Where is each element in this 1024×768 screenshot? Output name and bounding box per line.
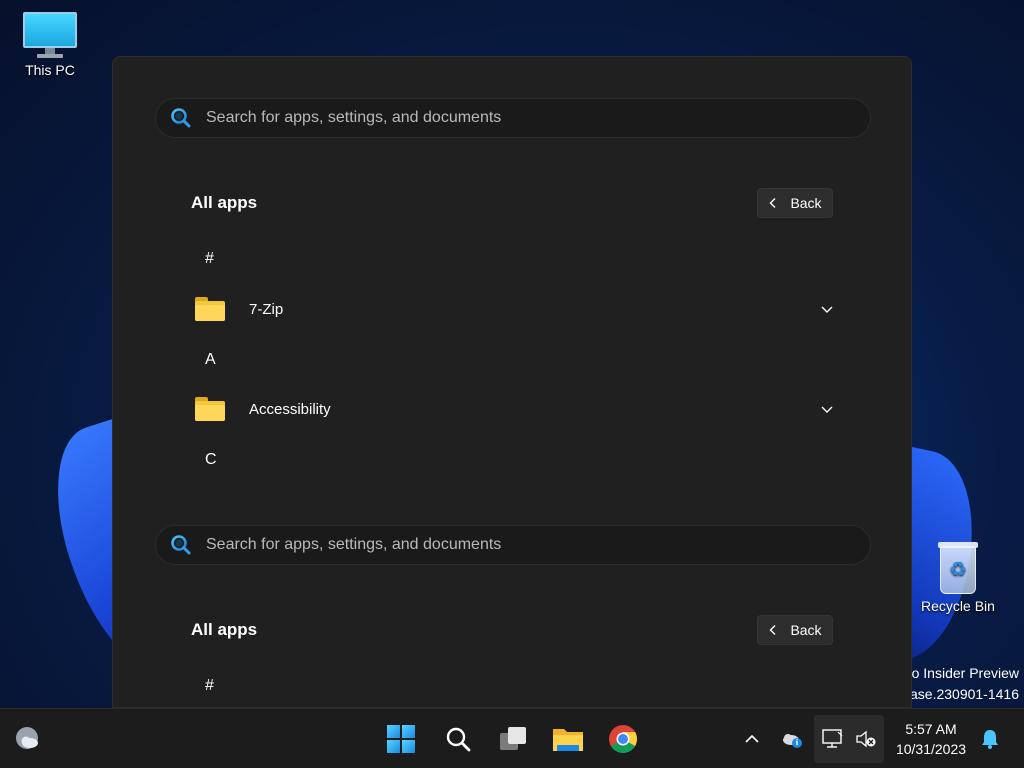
all-apps-title: All apps xyxy=(191,193,258,212)
back-button-duplicate[interactable]: Back xyxy=(757,615,833,645)
letter-header-a[interactable]: A xyxy=(205,351,216,369)
start-button[interactable] xyxy=(381,719,421,759)
back-button[interactable]: Back xyxy=(757,188,833,218)
network-icon xyxy=(822,729,843,748)
taskbar: 5:57 AM 10/31/2023 xyxy=(0,708,1024,768)
letter-header-hash-duplicate[interactable]: # xyxy=(205,677,214,695)
clock[interactable]: 5:57 AM 10/31/2023 xyxy=(888,719,974,759)
letter-header-c[interactable]: C xyxy=(205,451,217,469)
show-hidden-icons-button[interactable] xyxy=(736,723,768,755)
taskbar-search-button[interactable] xyxy=(438,719,478,759)
app-name: 7-Zip xyxy=(249,300,284,318)
weather-icon xyxy=(16,727,38,749)
all-apps-title-duplicate: All apps xyxy=(191,620,258,639)
volume-muted-icon xyxy=(856,730,876,748)
windows-start-icon xyxy=(387,725,415,753)
quick-settings-button[interactable] xyxy=(814,715,884,763)
letter-header-hash[interactable]: # xyxy=(205,250,214,268)
file-explorer-icon xyxy=(553,729,583,751)
desktop-icon-this-pc[interactable]: This PC xyxy=(10,12,90,78)
app-folder-7zip[interactable]: 7-Zip xyxy=(189,289,841,329)
chevron-up-icon xyxy=(745,734,759,743)
search-input[interactable] xyxy=(206,99,870,137)
start-search-box[interactable] xyxy=(155,98,871,138)
app-folder-accessibility[interactable]: Accessibility xyxy=(189,389,841,429)
desktop-icon-recycle-bin[interactable]: ♻ Recycle Bin xyxy=(918,540,998,614)
search-icon xyxy=(446,727,471,752)
this-pc-icon xyxy=(23,12,77,58)
search-icon xyxy=(170,107,192,129)
recycle-bin-icon: ♻ xyxy=(936,540,980,594)
chevron-left-icon xyxy=(769,198,776,208)
task-view-icon xyxy=(500,727,526,750)
back-button-label: Back xyxy=(790,622,822,638)
chrome-button[interactable] xyxy=(603,719,643,759)
back-button-label: Back xyxy=(790,195,822,211)
chevron-down-icon[interactable] xyxy=(817,399,837,419)
clock-date: 10/31/2023 xyxy=(895,741,967,757)
onedrive-icon xyxy=(783,734,802,748)
notification-bell-icon xyxy=(982,730,998,749)
folder-icon xyxy=(195,397,225,421)
folder-icon xyxy=(195,297,225,321)
weather-widget[interactable] xyxy=(8,719,48,759)
insider-watermark-line2: ase.230901-1416 xyxy=(910,686,1019,702)
onedrive-tray[interactable] xyxy=(776,723,808,755)
search-icon xyxy=(170,534,192,556)
chevron-left-icon xyxy=(769,625,776,635)
clock-time: 5:57 AM xyxy=(905,721,957,737)
start-search-box-duplicate[interactable] xyxy=(155,525,871,565)
notification-center-button[interactable] xyxy=(974,723,1006,755)
recycle-bin-label: Recycle Bin xyxy=(921,598,995,614)
start-menu: All apps Back # 7-Zip A Accessibility C … xyxy=(112,56,912,708)
insider-watermark-line1: o Insider Preview xyxy=(911,665,1019,681)
this-pc-label: This PC xyxy=(25,62,75,78)
chrome-icon xyxy=(609,725,637,753)
chevron-down-icon[interactable] xyxy=(817,299,837,319)
task-view-button[interactable] xyxy=(493,719,533,759)
search-input[interactable] xyxy=(206,526,870,564)
file-explorer-button[interactable] xyxy=(548,719,588,759)
app-name: Accessibility xyxy=(249,400,331,418)
